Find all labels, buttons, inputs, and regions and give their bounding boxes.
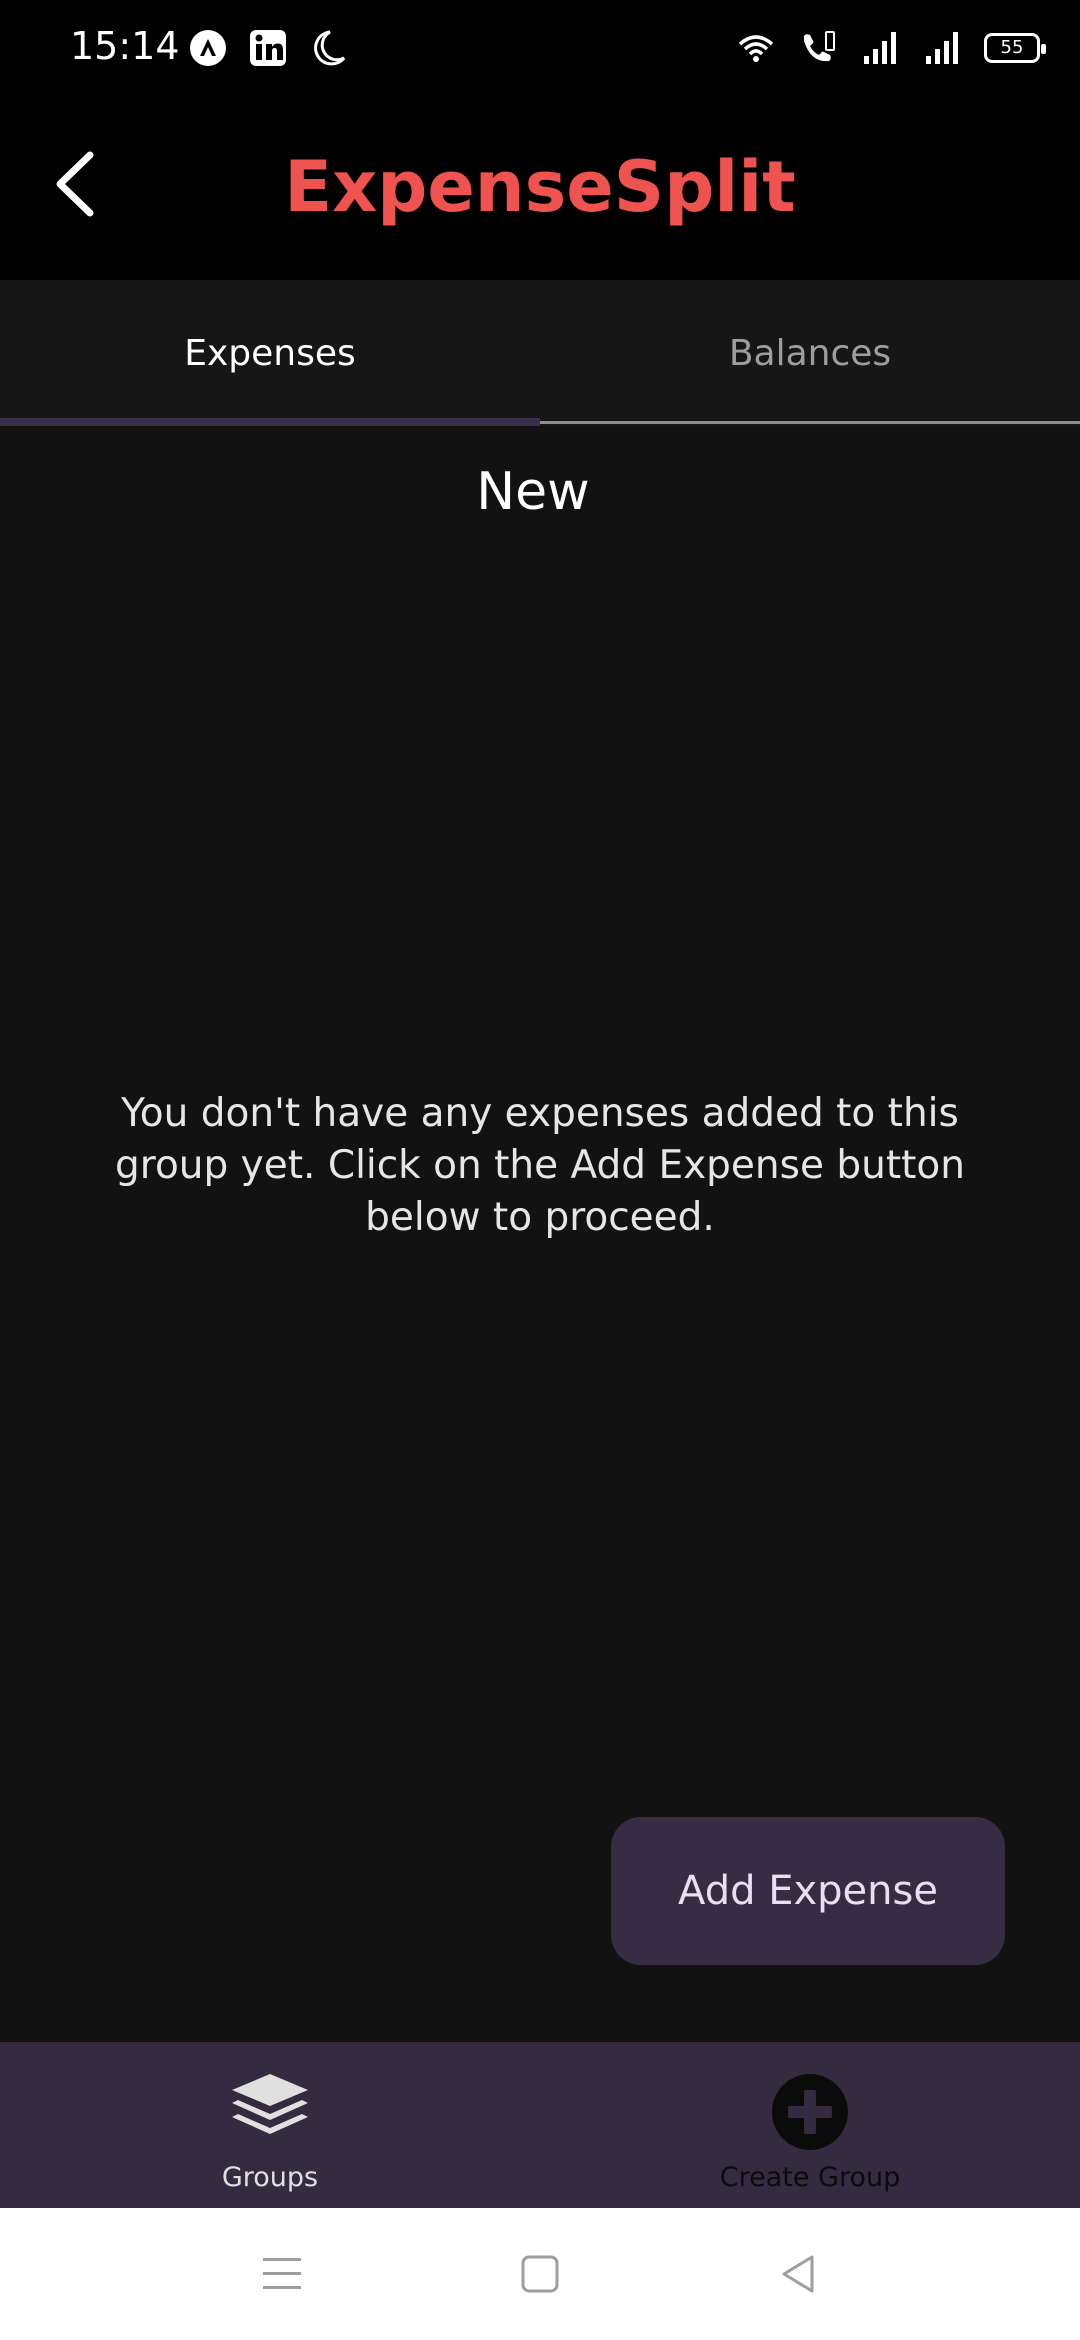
nav-item-create-group[interactable]: Create Group (540, 2042, 1080, 2208)
status-left-icons (188, 28, 348, 68)
back-nav-button[interactable] (768, 2248, 828, 2300)
add-circle-icon (772, 2074, 848, 2150)
battery-icon: 55 (984, 33, 1046, 63)
home-button[interactable] (510, 2248, 570, 2300)
nav-label-groups: Groups (221, 2162, 319, 2193)
tab-expenses[interactable]: Expenses (0, 280, 540, 426)
tab-bar: Expenses Balances (0, 280, 1080, 426)
moon-icon (314, 30, 346, 66)
nav-label-create-group: Create Group (719, 2162, 901, 2193)
wifi-icon (738, 35, 774, 62)
menu-button[interactable] (252, 2248, 312, 2300)
signal-icon (926, 32, 958, 64)
bottom-navigation: Groups Create Group (0, 2042, 1080, 2208)
system-navigation-bar (0, 2208, 1080, 2340)
app-bar: ExpenseSplit (0, 96, 1080, 280)
status-bar: 15:14 55 (0, 0, 1080, 96)
battery-level: 55 (1000, 37, 1024, 58)
tab-indicator (0, 418, 540, 426)
tab-divider (540, 421, 1080, 424)
status-time: 15:14 (70, 24, 180, 68)
signal-icon (864, 32, 896, 64)
home-icon (521, 2255, 559, 2293)
tab-balances[interactable]: Balances (540, 280, 1080, 426)
nav-item-groups[interactable]: Groups (0, 2042, 540, 2208)
menu-icon (263, 2258, 301, 2289)
back-icon (782, 2255, 814, 2293)
layers-icon (232, 2074, 308, 2134)
linkedin-icon (250, 30, 286, 66)
wifi-call-icon (804, 31, 835, 62)
group-name: New (476, 462, 590, 522)
empty-state-message: You don't have any expenses added to thi… (115, 1091, 965, 1240)
assistant-icon (190, 30, 226, 66)
status-right-icons: 55 (736, 28, 1046, 68)
add-expense-button[interactable]: Add Expense (611, 1817, 1005, 1965)
app-title: ExpenseSplit (284, 146, 796, 228)
